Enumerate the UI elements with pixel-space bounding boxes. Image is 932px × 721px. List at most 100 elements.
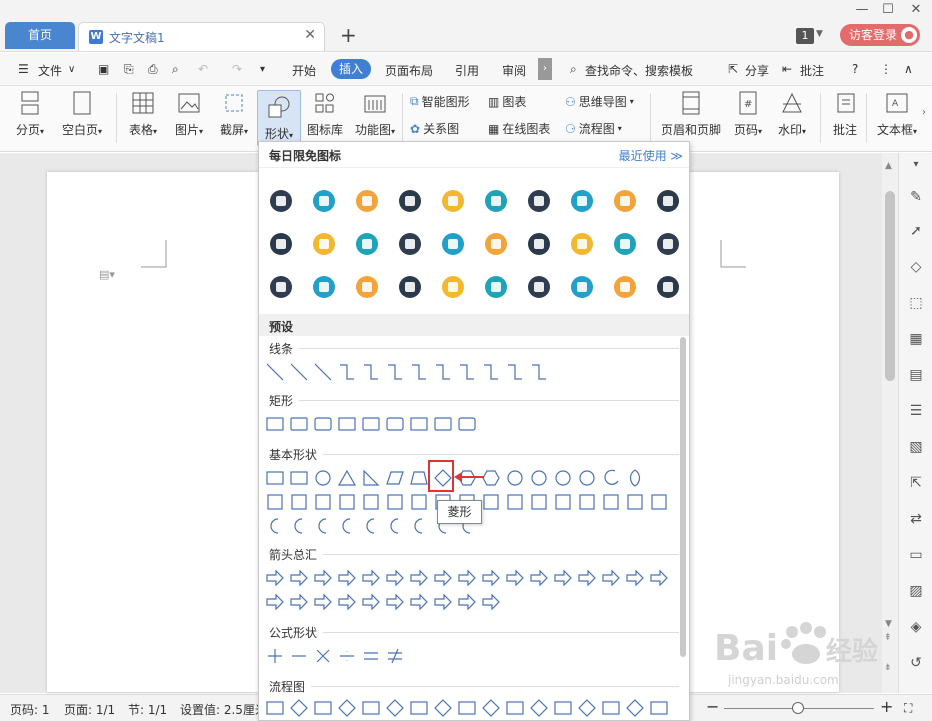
- new-tab-button[interactable]: +: [340, 24, 357, 46]
- rect-shape[interactable]: [337, 414, 357, 434]
- arrow-shape[interactable]: [433, 592, 453, 612]
- arrow-shape[interactable]: [361, 568, 381, 588]
- arrow-shape[interactable]: [505, 568, 525, 588]
- collapse-ribbon-icon[interactable]: ∧: [904, 62, 913, 76]
- basic-shape[interactable]: [289, 516, 309, 536]
- arrow-shape[interactable]: [337, 568, 357, 588]
- tab-document[interactable]: W 文字文稿1 ✕: [78, 22, 325, 51]
- scroll-up-icon[interactable]: ▲: [885, 161, 892, 171]
- arrow-shape[interactable]: [577, 568, 597, 588]
- tab-home[interactable]: 首页: [5, 22, 75, 49]
- flowchart-shape[interactable]: [433, 698, 453, 718]
- formula-shape[interactable]: [313, 646, 333, 666]
- layout-icon[interactable]: ▤: [906, 365, 926, 385]
- formula-shape[interactable]: [385, 646, 405, 666]
- basic-shape[interactable]: [481, 492, 501, 512]
- undo-icon[interactable]: ↶: [198, 62, 208, 76]
- flowchart-shape[interactable]: [553, 698, 573, 718]
- flowchart-shape[interactable]: [385, 698, 405, 718]
- zoom-thumb[interactable]: [792, 702, 804, 714]
- basic-shape[interactable]: [505, 468, 525, 488]
- collapse-panel-icon[interactable]: ▾: [906, 155, 926, 175]
- basic-shape[interactable]: [601, 468, 621, 488]
- shape-button[interactable]: 形状▾: [257, 90, 301, 146]
- share-button[interactable]: 分享: [745, 62, 769, 79]
- flowchart-shape[interactable]: [457, 698, 477, 718]
- window-count-badge[interactable]: 1: [796, 28, 814, 44]
- print-preview-icon[interactable]: ⌕: [172, 62, 179, 77]
- fit-page-icon[interactable]: ⛶: [904, 701, 912, 716]
- arrow-shape[interactable]: [457, 568, 477, 588]
- flowchart-shape[interactable]: [649, 698, 669, 718]
- icon-library-button[interactable]: 图标库: [305, 89, 345, 138]
- basic-shape[interactable]: [265, 468, 285, 488]
- basic-shape[interactable]: [385, 468, 405, 488]
- header-footer-button[interactable]: 页眉和页脚: [658, 89, 724, 138]
- scroll-thumb[interactable]: [885, 191, 895, 381]
- arrow-shape[interactable]: [265, 592, 285, 612]
- basic-shape[interactable]: [361, 516, 381, 536]
- basic-shape[interactable]: [601, 492, 621, 512]
- arrow-shape[interactable]: [625, 568, 645, 588]
- line-shape[interactable]: [505, 362, 525, 382]
- flowchart-shape[interactable]: [313, 698, 333, 718]
- status-section[interactable]: 节: 1/1: [128, 701, 167, 718]
- basic-shape[interactable]: [553, 492, 573, 512]
- basic-shape[interactable]: [409, 492, 429, 512]
- basic-shape[interactable]: [313, 468, 333, 488]
- table-button[interactable]: 表格▾: [124, 89, 162, 138]
- shield-icon[interactable]: ◈: [906, 617, 926, 637]
- arrow-shape[interactable]: [409, 592, 429, 612]
- image-icon[interactable]: ▧: [906, 437, 926, 457]
- basic-shape[interactable]: [625, 468, 645, 488]
- guest-login-button[interactable]: 访客登录 ●: [840, 24, 920, 46]
- basic-shape[interactable]: [577, 492, 597, 512]
- flowchart-shape[interactable]: [529, 698, 549, 718]
- line-shape[interactable]: [361, 362, 381, 382]
- basic-shape[interactable]: [361, 468, 381, 488]
- prev-page-icon[interactable]: ⇞: [884, 633, 892, 643]
- pen-icon[interactable]: ✎: [906, 187, 926, 207]
- screenshot-button[interactable]: 截屏▾: [215, 89, 253, 138]
- history-icon[interactable]: ↺: [906, 653, 926, 673]
- styles-icon[interactable]: ⬚: [906, 293, 926, 313]
- print-icon[interactable]: ⎙: [148, 62, 158, 77]
- line-shape[interactable]: [433, 362, 453, 382]
- basic-shape[interactable]: [529, 492, 549, 512]
- formula-shape[interactable]: [289, 646, 309, 666]
- next-page-icon[interactable]: ⇟: [884, 663, 892, 673]
- page-number-button[interactable]: # 页码▾: [730, 89, 766, 138]
- tab-review[interactable]: 审阅: [502, 62, 526, 79]
- function-chart-button[interactable]: 功能图▾: [352, 89, 398, 138]
- arrow-shape[interactable]: [289, 568, 309, 588]
- arrow-shape[interactable]: [529, 568, 549, 588]
- line-shape[interactable]: [265, 362, 285, 382]
- flowchart-shape[interactable]: [289, 698, 309, 718]
- paragraph-options-icon[interactable]: ▤▾: [99, 268, 115, 281]
- rect-shape[interactable]: [265, 414, 285, 434]
- line-shape[interactable]: [337, 362, 357, 382]
- arrow-shape[interactable]: [457, 592, 477, 612]
- close-window-icon[interactable]: ✕: [904, 0, 928, 20]
- arrow-shape[interactable]: [289, 592, 309, 612]
- hamburger-icon[interactable]: ☰: [18, 62, 29, 76]
- redo-icon[interactable]: ↷: [232, 62, 242, 76]
- arrow-shape[interactable]: [385, 592, 405, 612]
- flowchart-shape[interactable]: [601, 698, 621, 718]
- line-shape[interactable]: [385, 362, 405, 382]
- status-pages[interactable]: 页面: 1/1: [64, 701, 115, 718]
- basic-shape[interactable]: [313, 492, 333, 512]
- blank-page-button[interactable]: 空白页▾: [58, 89, 106, 138]
- picture-panel-icon[interactable]: ▨: [906, 581, 926, 601]
- basic-shape[interactable]: [337, 516, 357, 536]
- arrow-shape[interactable]: [553, 568, 573, 588]
- help-icon[interactable]: ?: [852, 62, 858, 76]
- basic-shape[interactable]: [577, 468, 597, 488]
- zoom-out-icon[interactable]: −: [706, 697, 719, 716]
- export-icon[interactable]: ⎘: [124, 62, 134, 77]
- save-icon[interactable]: ▣: [98, 62, 109, 76]
- line-shape[interactable]: [529, 362, 549, 382]
- basic-shape[interactable]: [265, 492, 285, 512]
- ribbon-scroll-right-icon[interactable]: ›: [922, 107, 926, 118]
- line-shape[interactable]: [457, 362, 477, 382]
